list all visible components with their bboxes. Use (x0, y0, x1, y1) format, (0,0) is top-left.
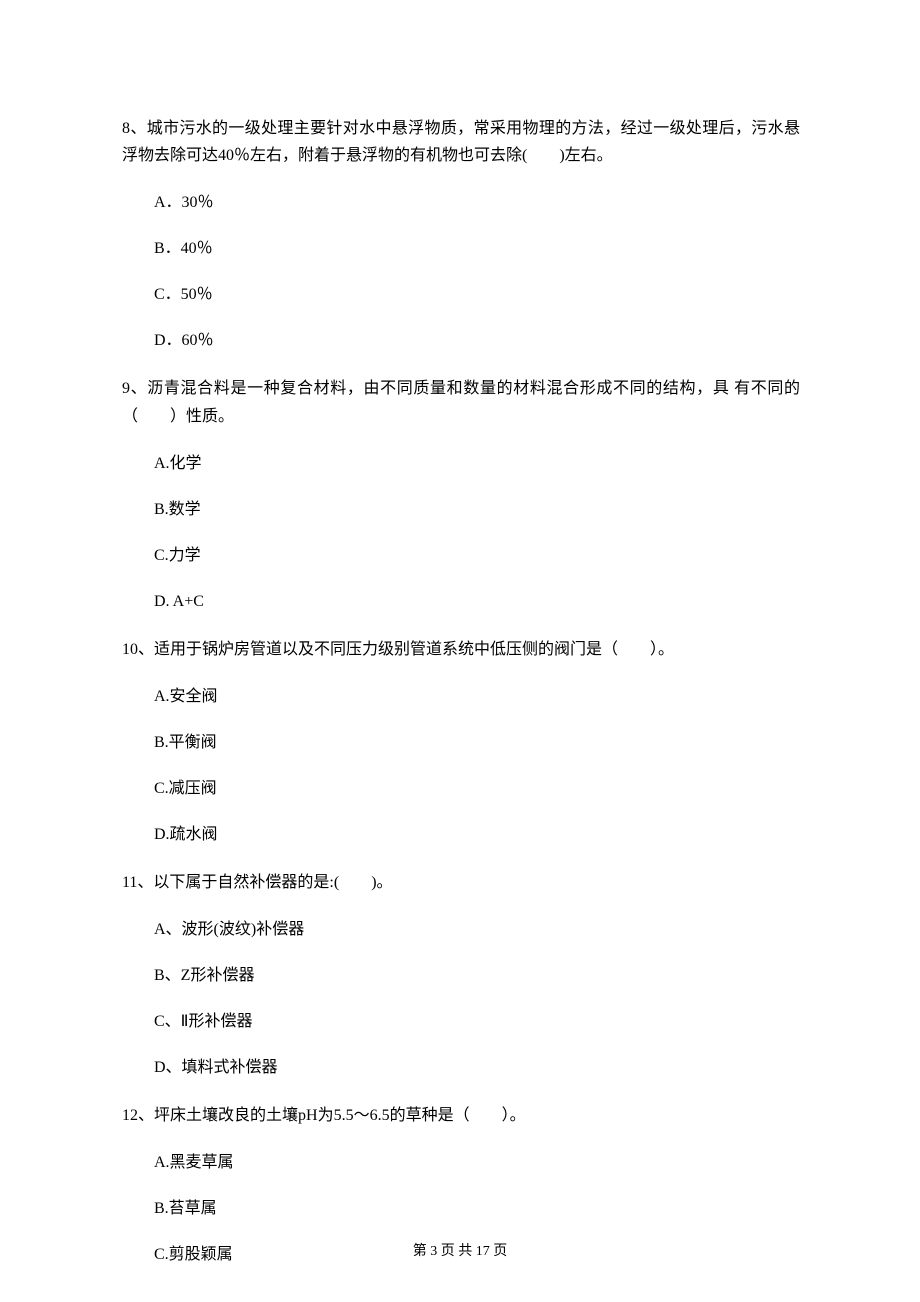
question-text: 9、沥青混合料是一种复合材料，由不同质量和数量的材料混合形成不同的结构，具 有不… (122, 375, 800, 429)
question-options: A、波形(波纹)补偿器 B、Z形补偿器 C、Ⅱ形补偿器 D、填料式补偿器 (122, 918, 800, 1080)
option-a: A.安全阀 (154, 685, 800, 709)
question-11: 11、以下属于自然补偿器的是:( )。 A、波形(波纹)补偿器 B、Z形补偿器 … (122, 869, 800, 1080)
option-b: B．40％ (154, 237, 800, 261)
option-a: A.黑麦草属 (154, 1151, 800, 1175)
question-number: 8、 (122, 120, 147, 137)
question-number: 11、 (122, 874, 153, 891)
option-b: B.苔草属 (154, 1197, 800, 1221)
option-d: D、填料式补偿器 (154, 1056, 800, 1080)
question-body: 坪床土壤改良的土壤pH为5.5～6.5的草种是（ ）。 (154, 1107, 526, 1124)
option-a: A.化学 (154, 452, 800, 476)
question-options: A．30％ B．40％ C．50％ D．60％ (122, 191, 800, 353)
question-text: 11、以下属于自然补偿器的是:( )。 (122, 869, 800, 896)
question-body: 以下属于自然补偿器的是:( )。 (153, 874, 392, 891)
option-d: D．60％ (154, 329, 800, 353)
question-10: 10、适用于锅炉房管道以及不同压力级别管道系统中低压侧的阀门是（ ）。 A.安全… (122, 636, 800, 847)
question-options: A.安全阀 B.平衡阀 C.减压阀 D.疏水阀 (122, 685, 800, 847)
question-9: 9、沥青混合料是一种复合材料，由不同质量和数量的材料混合形成不同的结构，具 有不… (122, 375, 800, 613)
option-c: C．50％ (154, 283, 800, 307)
question-number: 10、 (122, 641, 154, 658)
option-c: C、Ⅱ形补偿器 (154, 1010, 800, 1034)
question-options: A.化学 B.数学 C.力学 D. A+C (122, 452, 800, 614)
option-d: D. A+C (154, 590, 800, 614)
question-body: 适用于锅炉房管道以及不同压力级别管道系统中低压侧的阀门是（ ）。 (154, 641, 674, 658)
option-b: B.数学 (154, 498, 800, 522)
question-text: 10、适用于锅炉房管道以及不同压力级别管道系统中低压侧的阀门是（ ）。 (122, 636, 800, 663)
question-text: 12、坪床土壤改良的土壤pH为5.5～6.5的草种是（ ）。 (122, 1102, 800, 1129)
option-c: C.减压阀 (154, 777, 800, 801)
document-content: 8、城市污水的一级处理主要针对水中悬浮物质，常采用物理的方法，经过一级处理后，污… (0, 0, 920, 1267)
option-b: B.平衡阀 (154, 731, 800, 755)
option-a: A．30％ (154, 191, 800, 215)
question-text: 8、城市污水的一级处理主要针对水中悬浮物质，常采用物理的方法，经过一级处理后，污… (122, 115, 800, 169)
option-b: B、Z形补偿器 (154, 964, 800, 988)
question-number: 12、 (122, 1107, 154, 1124)
question-number: 9、 (122, 380, 147, 397)
option-a: A、波形(波纹)补偿器 (154, 918, 800, 942)
page-footer: 第 3 页 共 17 页 (0, 1241, 920, 1262)
question-body: 城市污水的一级处理主要针对水中悬浮物质，常采用物理的方法，经过一级处理后，污水悬… (122, 120, 800, 164)
option-d: D.疏水阀 (154, 823, 800, 847)
question-body: 沥青混合料是一种复合材料，由不同质量和数量的材料混合形成不同的结构，具 有不同的… (122, 380, 800, 424)
question-8: 8、城市污水的一级处理主要针对水中悬浮物质，常采用物理的方法，经过一级处理后，污… (122, 115, 800, 353)
option-c: C.力学 (154, 544, 800, 568)
